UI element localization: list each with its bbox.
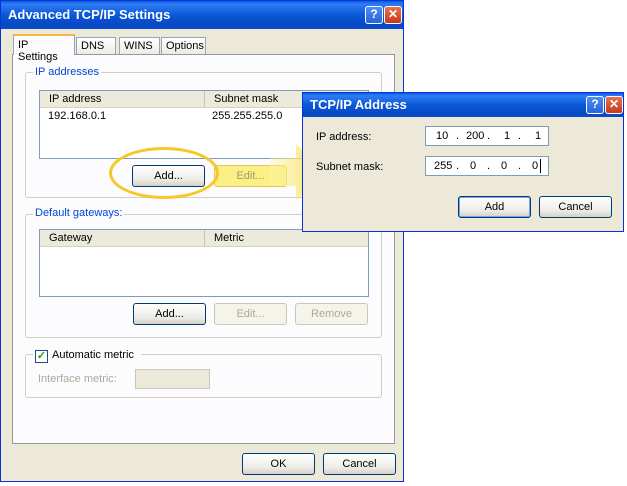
gateway-remove-button[interactable]: Remove — [295, 303, 368, 325]
tab-dns[interactable]: DNS — [76, 37, 116, 54]
gateway-list[interactable]: Gateway Metric — [39, 229, 369, 297]
close-icon[interactable]: ✕ — [384, 6, 402, 24]
mask-dot-2: . — [487, 160, 491, 172]
mask-octet-3: 0 — [501, 160, 508, 172]
ip-dot-2: . — [487, 130, 491, 142]
tcpip-address-dialog: TCP/IP Address ? ✕ IP address: 10 . 200 … — [302, 92, 624, 232]
ip-octet-2: 200 — [466, 130, 485, 142]
ip-octet-3: 1 — [504, 130, 511, 142]
text-cursor — [540, 159, 541, 173]
row-mask-value: 255.255.255.0 — [212, 110, 283, 122]
ok-button-label: OK — [270, 458, 287, 470]
automatic-metric-option[interactable]: ✓ Automatic metric — [33, 349, 141, 363]
ok-button[interactable]: OK — [242, 453, 315, 475]
mask-dot-1: . — [456, 160, 460, 172]
dialog-title: TCP/IP Address — [310, 97, 407, 112]
automatic-metric-checkbox[interactable]: ✓ — [35, 350, 48, 363]
advanced-tcpip-window: Advanced TCP/IP Settings ? ✕ DNS WINS Op… — [0, 0, 404, 482]
dialog-cancel-button-label: Cancel — [558, 201, 593, 213]
gateway-edit-button-label: Edit... — [236, 308, 265, 320]
gateway-add-button[interactable]: Add... — [133, 303, 206, 325]
main-window-title: Advanced TCP/IP Settings — [8, 7, 171, 22]
gateway-remove-button-label: Remove — [311, 308, 352, 320]
tab-wins[interactable]: WINS — [119, 37, 160, 54]
mask-octet-1: 255 — [434, 160, 453, 172]
dialog-cancel-button[interactable]: Cancel — [539, 196, 612, 218]
ip-dot-3: . — [518, 130, 522, 142]
highlight-ellipse — [109, 147, 219, 199]
subnet-mask-label: Subnet mask: — [316, 161, 384, 173]
cancel-button-label: Cancel — [342, 458, 377, 470]
gateway-add-button-label: Add... — [155, 308, 184, 320]
row-ip-value: 192.168.0.1 — [48, 110, 107, 122]
tab-options[interactable]: Options — [161, 37, 206, 54]
gateway-edit-button[interactable]: Edit... — [214, 303, 287, 325]
dialog-add-button[interactable]: Add — [458, 196, 531, 218]
interface-metric-field[interactable] — [135, 369, 210, 389]
default-gateways-label: Default gateways: — [33, 207, 125, 219]
automatic-metric-label: Automatic metric — [52, 349, 134, 361]
interface-metric-label: Interface metric: — [38, 373, 117, 385]
main-titlebar[interactable]: Advanced TCP/IP Settings ? ✕ — [1, 1, 403, 29]
ip-address-label: IP address: — [316, 131, 372, 143]
dialog-titlebar[interactable]: TCP/IP Address ? ✕ — [303, 93, 623, 117]
mask-octet-4: 0 — [532, 160, 539, 172]
ip-edit-button-label: Edit... — [236, 170, 265, 182]
column-gateway[interactable]: Gateway — [40, 230, 204, 247]
ip-addresses-label: IP addresses — [33, 66, 102, 78]
ip-dot-1: . — [456, 130, 460, 142]
dialog-help-icon[interactable]: ? — [586, 96, 604, 114]
column-ip-address[interactable]: IP address — [40, 91, 204, 108]
ip-address-field[interactable]: 10 . 200 . 1 . 1 — [425, 126, 549, 146]
help-icon[interactable]: ? — [365, 6, 383, 24]
dialog-add-button-label: Add — [484, 201, 505, 213]
mask-dot-3: . — [518, 160, 522, 172]
column-metric[interactable]: Metric — [204, 230, 368, 247]
dialog-close-icon[interactable]: ✕ — [605, 96, 623, 114]
ip-octet-4: 1 — [535, 130, 542, 142]
mask-octet-2: 0 — [470, 160, 477, 172]
ip-octet-1: 10 — [436, 130, 449, 142]
tab-ip-settings[interactable]: IP Settings — [13, 34, 75, 63]
cancel-button[interactable]: Cancel — [323, 453, 396, 475]
subnet-mask-field[interactable]: 255 . 0 . 0 . 0 — [425, 156, 549, 176]
